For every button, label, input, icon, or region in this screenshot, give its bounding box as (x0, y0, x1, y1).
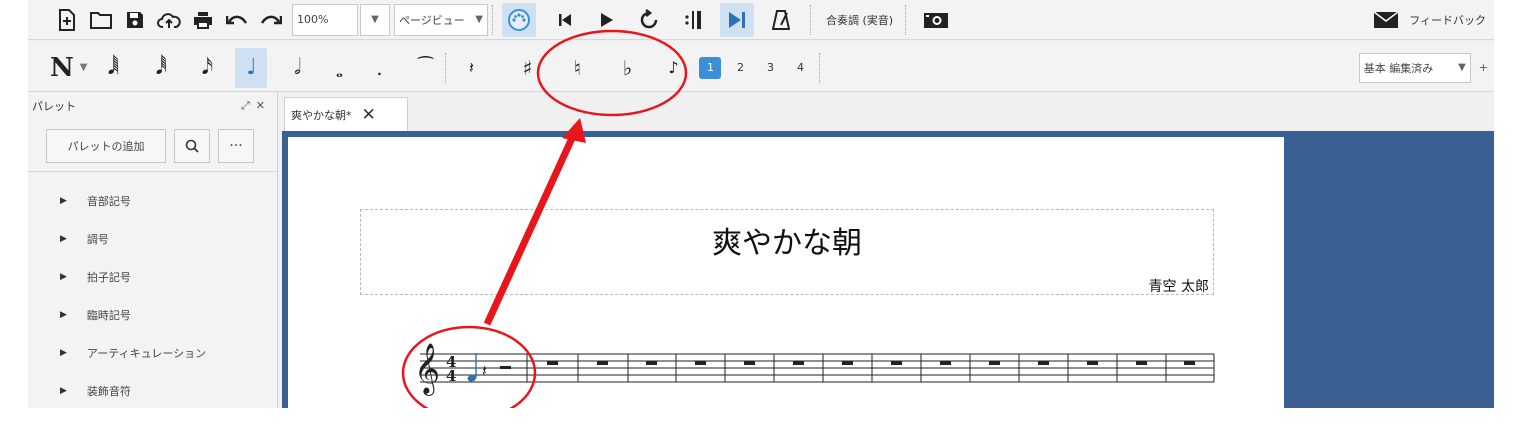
sixty-fourth-note-icon[interactable]: 𝅘𝅥𝅲 (97, 48, 129, 88)
voice-4-button[interactable]: 4 (789, 57, 811, 79)
loop-icon[interactable] (632, 3, 666, 37)
palette-item-label: 調号 (86, 233, 109, 246)
add-workspace-button[interactable]: + (1479, 61, 1488, 74)
rest-icon[interactable]: 𝄽 (455, 48, 487, 88)
cloud-upload-icon[interactable] (152, 3, 186, 37)
chevron-down-icon: ▼ (371, 14, 379, 25)
search-button[interactable] (174, 128, 210, 163)
whole-note-icon[interactable]: 𝅝 (323, 48, 355, 88)
palette-item-accidentals[interactable]: ▶ 臨時記号 (28, 296, 277, 334)
repeat-playback-icon[interactable] (676, 3, 710, 37)
augmentation-dot-icon[interactable]: . (363, 48, 395, 88)
sharp-icon[interactable]: ♯ (511, 48, 543, 88)
staff-system[interactable]: 𝄞 4 4 𝄽 (288, 137, 1284, 408)
palette-tools: パレットの追加 ··· (28, 120, 277, 172)
quarter-rest-icon[interactable]: 𝄽 (482, 361, 487, 380)
palette-panel: パレット ⤢✕ パレットの追加 ··· ▶ 音部記号 ▶ 調号 ▶ 拍子記号 ▶ 臨時記… (28, 92, 278, 408)
expand-arrow-icon: ▶ (60, 272, 67, 282)
voice-3-button[interactable]: 3 (759, 57, 781, 79)
feedback-label: フィードバック (1409, 13, 1486, 27)
quarter-note-icon[interactable]: ♩ (235, 47, 268, 88)
expand-arrow-icon: ▶ (60, 196, 67, 206)
toolbar-separator (819, 52, 825, 83)
palette-item-articulations[interactable]: ▶ アーティキュレーション (28, 334, 277, 372)
staff-lines (420, 353, 1214, 383)
save-icon[interactable] (118, 3, 152, 37)
redo-icon[interactable] (254, 3, 288, 37)
palette-item-label: 音部記号 (86, 195, 131, 208)
zoom-input[interactable]: 100% (292, 3, 358, 36)
metronome-icon[interactable] (764, 3, 798, 37)
search-icon (185, 139, 199, 153)
palette-item-label: 拍子記号 (86, 271, 131, 284)
score-tab[interactable]: 爽やかな朝* ✕ (284, 97, 408, 131)
toolbar-separator (492, 4, 498, 35)
whole-rests (547, 361, 1195, 365)
palette-header: パレット ⤢✕ (28, 92, 277, 120)
rewind-icon[interactable] (548, 3, 582, 37)
score-page[interactable]: 爽やかな朝 青空 太郎 𝄞 4 4 𝄽 (288, 137, 1284, 408)
expand-arrow-icon: ▶ (60, 348, 67, 358)
pan-score-icon[interactable] (720, 2, 754, 37)
feedback-button[interactable]: フィードバック (1373, 10, 1486, 29)
palette-item-grace-notes[interactable]: ▶ 装飾音符 (28, 372, 277, 408)
palette-item-label: 臨時記号 (86, 309, 131, 322)
open-folder-icon[interactable] (84, 3, 118, 37)
flat-icon[interactable]: ♭ (611, 48, 643, 88)
envelope-icon (1373, 10, 1399, 29)
workspace-select[interactable]: 基本 編集済み ▼ (1358, 52, 1471, 83)
undo-icon[interactable] (220, 3, 254, 37)
score-view[interactable]: 爽やかな朝 青空 太郎 𝄞 4 4 𝄽 (282, 131, 1494, 408)
score-tab-label: 爽やかな朝* (291, 108, 352, 122)
palette-item-label: 装飾音符 (86, 385, 131, 398)
expand-arrow-icon: ▶ (60, 310, 67, 320)
close-icon[interactable]: ✕ (362, 105, 376, 125)
view-mode-select[interactable]: ページビュー ▼ (394, 3, 488, 36)
toolbar-separator (445, 52, 451, 83)
voice-2-button[interactable]: 2 (729, 57, 751, 79)
zoom-dropdown[interactable]: ▼ (360, 3, 390, 36)
tie-icon[interactable]: ⁀ (409, 48, 441, 88)
concert-pitch-toggle[interactable]: 合奏調 (実音) (826, 12, 893, 28)
half-rest-icon[interactable] (500, 366, 511, 369)
palette-item-time-signatures[interactable]: ▶ 拍子記号 (28, 258, 277, 296)
add-palette-button[interactable]: パレットの追加 (46, 128, 166, 163)
new-file-icon[interactable] (50, 3, 84, 37)
print-icon[interactable] (186, 3, 220, 37)
treble-clef-icon[interactable]: 𝄞 (414, 343, 440, 396)
toolbar-separator (810, 4, 816, 35)
chevron-down-icon[interactable]: ▼ (80, 62, 88, 73)
time-signature-denominator[interactable]: 4 (446, 367, 456, 385)
view-mode-label: ページビュー (399, 13, 465, 27)
file-toolbar: 100% ▼ ページビュー ▼ 合奏調 (実音) フィードバック (28, 0, 1494, 40)
midi-input-icon[interactable] (502, 2, 536, 37)
palette-item-clefs[interactable]: ▶ 音部記号 (28, 182, 277, 220)
voice-1-button[interactable]: 1 (699, 56, 722, 79)
expand-arrow-icon: ▶ (60, 234, 67, 244)
palette-item-key-signatures[interactable]: ▶ 調号 (28, 220, 277, 258)
close-icon[interactable]: ✕ (256, 99, 271, 112)
chevron-down-icon: ▼ (1458, 62, 1466, 73)
palette-title: パレット (32, 100, 76, 113)
note-input-toolbar: N ▼ 𝅘𝅥𝅲 𝅘𝅥𝅱 𝅘𝅥𝅯 ♩ 𝅗𝅥 𝅝 . ⁀ 𝄽 ♯ ♮ ♭ ♪ 1 2… (28, 44, 1494, 92)
chevron-down-icon: ▼ (475, 14, 483, 25)
flip-direction-icon[interactable]: ♪ (657, 48, 689, 88)
natural-icon[interactable]: ♮ (561, 48, 593, 88)
workspace-label: 基本 編集済み (1363, 61, 1434, 75)
note-input-mode-button[interactable]: N (50, 53, 74, 83)
toolbar-separator (905, 4, 911, 35)
musescore-window: 100% ▼ ページビュー ▼ 合奏調 (実音) フィードバック N ▼ 𝅘𝅥𝅲… (28, 0, 1494, 408)
sixteenth-note-icon[interactable]: 𝅘𝅥𝅯 (191, 48, 223, 88)
thirty-second-note-icon[interactable]: 𝅘𝅥𝅱 (145, 48, 177, 88)
camera-icon[interactable] (919, 3, 953, 37)
palette-item-label: アーティキュレーション (86, 347, 207, 360)
expand-arrow-icon: ▶ (60, 386, 67, 396)
ellipsis-icon: ··· (229, 137, 243, 154)
more-options-button[interactable]: ··· (218, 128, 254, 163)
zoom-value: 100% (297, 13, 329, 26)
play-icon[interactable] (590, 3, 624, 37)
undock-icon[interactable]: ⤢ (241, 99, 256, 112)
half-note-icon[interactable]: 𝅗𝅥 (281, 48, 313, 88)
